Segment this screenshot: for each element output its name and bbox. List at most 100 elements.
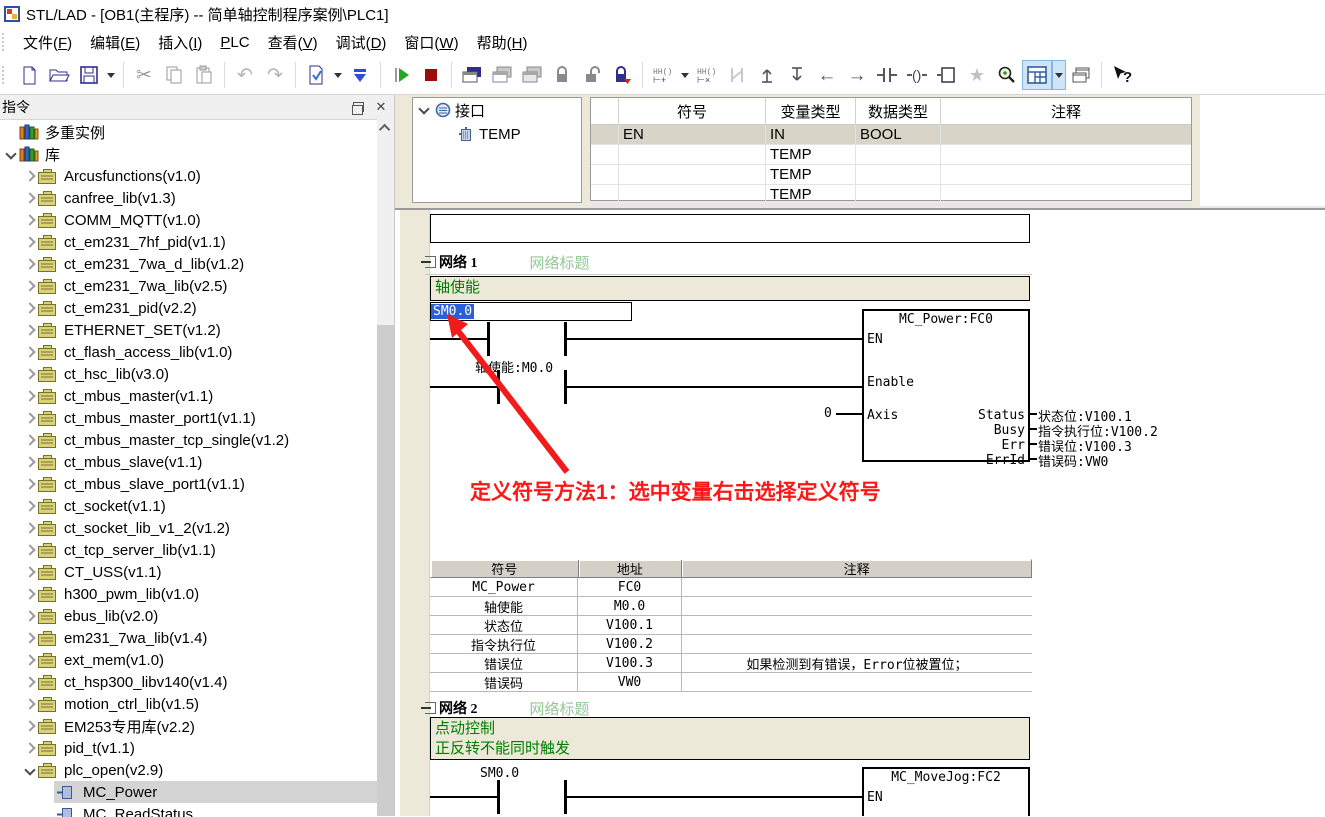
chevron-icon[interactable] — [21, 454, 38, 470]
tree-item[interactable]: MC_ReadStatus — [0, 803, 377, 817]
data-type-cell[interactable]: BOOL — [856, 125, 941, 144]
network-collapse-icon[interactable] — [425, 256, 436, 268]
open-file-button[interactable] — [44, 60, 74, 90]
tree-item[interactable]: h300_pwm_lib(v1.0) — [0, 583, 377, 605]
comment-cell[interactable] — [682, 578, 1032, 596]
chevron-icon[interactable] — [21, 388, 38, 404]
axis-operand[interactable]: 0 — [824, 406, 832, 421]
address-cell[interactable]: V100.2 — [578, 635, 682, 653]
symbol-cell[interactable]: 错误位 — [430, 654, 578, 672]
insert-box-button[interactable] — [932, 60, 962, 90]
chevron-icon[interactable] — [21, 278, 38, 294]
row-handle[interactable] — [591, 145, 619, 164]
chevron-icon[interactable] — [21, 410, 38, 426]
tree-item[interactable]: ct_socket(v1.1) — [0, 495, 377, 517]
network2-contact-label[interactable]: SM0.0 — [480, 766, 519, 781]
toggle-contact-button[interactable] — [722, 60, 752, 90]
redo-button[interactable]: ↷ — [260, 60, 290, 90]
comment-cell[interactable] — [682, 597, 1032, 615]
address-cell[interactable]: V100.3 — [578, 654, 682, 672]
selected-operand[interactable]: SM0.0 — [431, 304, 474, 319]
view-table-dropdown[interactable] — [1052, 60, 1066, 90]
contact-left-leg[interactable] — [497, 370, 500, 404]
download-block-button[interactable] — [487, 60, 517, 90]
tree-item[interactable]: ext_mem(v1.0) — [0, 649, 377, 671]
symbol-table-row[interactable]: MC_Power FC0 — [430, 578, 1032, 597]
tree-item[interactable]: plc_open(v2.9) — [0, 759, 377, 781]
comment-cell[interactable] — [682, 635, 1032, 653]
chevron-icon[interactable] — [40, 806, 57, 817]
tree-item[interactable]: ct_socket_lib_v1_2(v1.2) — [0, 517, 377, 539]
menu-item[interactable]: 查看(V) — [259, 32, 327, 53]
compile-dropdown[interactable] — [331, 60, 345, 90]
chevron-icon[interactable] — [21, 366, 38, 382]
panel-close-button[interactable]: ✕ — [371, 98, 391, 116]
comment-cell[interactable] — [941, 165, 1191, 184]
chevron-icon[interactable] — [21, 498, 38, 514]
comment-cell[interactable] — [682, 616, 1032, 634]
contact-left-leg[interactable] — [487, 322, 490, 356]
column-header[interactable]: 注释 — [941, 98, 1191, 124]
chevron-icon[interactable] — [21, 212, 38, 228]
network2-title-placeholder[interactable]: 网络标题 — [530, 698, 590, 719]
program-comment-box[interactable] — [430, 214, 1030, 243]
mc-movejog-block[interactable]: MC_MoveJog:FC2 EN — [862, 767, 1030, 816]
lock-password-button[interactable] — [607, 60, 637, 90]
tree-item[interactable]: ct_tcp_server_lib(v1.1) — [0, 539, 377, 561]
symbol-table-row[interactable]: 错误码 VW0 — [430, 673, 1032, 692]
upload-block-button[interactable] — [457, 60, 487, 90]
chevron-icon[interactable] — [21, 344, 38, 360]
address-cell[interactable]: V100.1 — [578, 616, 682, 634]
interface-root-row[interactable]: 接口 — [413, 98, 581, 122]
compile-button[interactable] — [301, 60, 331, 90]
symbol-cell[interactable] — [619, 145, 766, 164]
tree-item[interactable]: canfree_lib(v1.3) — [0, 187, 377, 209]
copy-button[interactable] — [159, 60, 189, 90]
symbol-cell[interactable] — [619, 165, 766, 184]
network1-title-placeholder[interactable]: 网络标题 — [530, 252, 590, 273]
chevron-icon[interactable] — [21, 432, 38, 448]
symbol-cell[interactable]: 错误码 — [430, 673, 578, 691]
data-type-cell[interactable] — [856, 185, 941, 204]
address-cell[interactable]: VW0 — [578, 673, 682, 691]
chevron-icon[interactable] — [21, 168, 38, 184]
symbol-table-row[interactable]: 错误位 V100.3 如果检测到有错误，Error位被置位； — [430, 654, 1032, 673]
chevron-icon[interactable] — [21, 190, 38, 206]
compare-block-button[interactable] — [517, 60, 547, 90]
chevron-icon[interactable] — [21, 696, 38, 712]
chevron-icon[interactable] — [2, 146, 19, 162]
column-header[interactable]: 变量类型 — [766, 98, 856, 124]
chevron-down-icon[interactable] — [417, 103, 431, 117]
variable-row[interactable]: TEMP — [591, 185, 1191, 205]
tree-item[interactable]: MC_Power — [0, 781, 377, 803]
insert-vertical-up-button[interactable] — [752, 60, 782, 90]
symbol-table-row[interactable]: 指令执行位 V100.2 — [430, 635, 1032, 654]
menu-item[interactable]: 编辑(E) — [81, 32, 149, 53]
variable-row[interactable]: EN IN BOOL — [591, 125, 1191, 145]
define-symbol-button[interactable]: HH()⊢× — [692, 60, 722, 90]
column-header[interactable]: 符号 — [619, 98, 766, 124]
mc-power-block[interactable]: MC_Power:FC0 EN Enable Axis Status Busy … — [862, 309, 1030, 462]
zoom-button[interactable] — [992, 60, 1022, 90]
tree-scrollbar[interactable] — [377, 119, 394, 816]
symbol-cell[interactable]: 状态位 — [430, 616, 578, 634]
variable-row[interactable]: TEMP — [591, 165, 1191, 185]
scrollbar-up-button[interactable] — [377, 119, 394, 136]
chevron-icon[interactable] — [21, 630, 38, 646]
tree-item[interactable]: ct_mbus_slave(v1.1) — [0, 451, 377, 473]
tree-item[interactable]: ct_mbus_master_port1(v1.1) — [0, 407, 377, 429]
chevron-icon[interactable] — [21, 520, 38, 536]
comment-cell[interactable] — [941, 125, 1191, 144]
tree-item[interactable]: ct_em231_7wa_lib(v2.5) — [0, 275, 377, 297]
row-handle[interactable] — [591, 185, 619, 204]
tree-item[interactable]: ct_mbus_master(v1.1) — [0, 385, 377, 407]
menu-item[interactable]: 文件(F) — [14, 32, 81, 53]
menu-item[interactable]: PLC — [211, 34, 258, 51]
save-button[interactable] — [74, 60, 104, 90]
new-file-button[interactable] — [14, 60, 44, 90]
var-type-cell[interactable]: TEMP — [766, 145, 856, 164]
cascade-windows-button[interactable] — [1066, 60, 1096, 90]
tree-item[interactable]: ct_flash_access_lib(v1.0) — [0, 341, 377, 363]
contact2-label[interactable]: 轴使能:M0.0 — [475, 357, 553, 376]
var-type-cell[interactable]: TEMP — [766, 165, 856, 184]
